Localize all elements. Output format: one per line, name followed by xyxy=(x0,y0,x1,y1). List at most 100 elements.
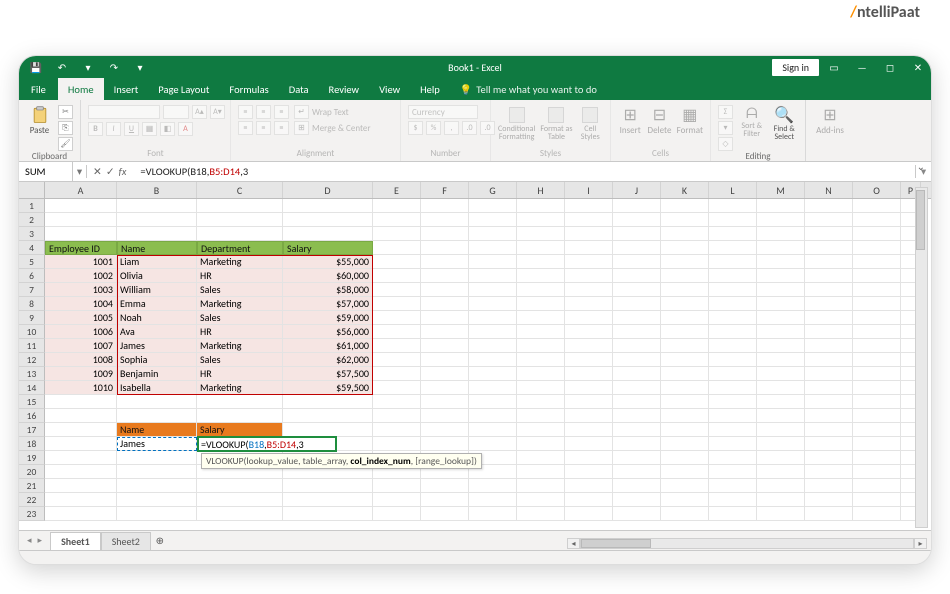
sheet-tab-sheet1[interactable]: Sheet1 xyxy=(50,532,101,550)
cell[interactable] xyxy=(661,451,709,465)
currency-icon[interactable]: $ xyxy=(408,121,423,135)
hscroll-right-icon[interactable]: ▸ xyxy=(914,538,927,549)
row-header-6[interactable]: 6 xyxy=(19,269,45,283)
hscroll-thumb[interactable] xyxy=(581,539,651,548)
cell[interactable] xyxy=(805,325,853,339)
row-header-23[interactable]: 23 xyxy=(19,507,45,521)
cell[interactable] xyxy=(565,227,613,241)
cell[interactable] xyxy=(709,493,757,507)
cell[interactable] xyxy=(469,255,517,269)
align-top-icon[interactable]: ≡ xyxy=(238,105,253,119)
cell[interactable] xyxy=(197,409,283,423)
cell[interactable] xyxy=(517,283,565,297)
cell[interactable]: Department xyxy=(197,241,283,255)
cell[interactable] xyxy=(661,395,709,409)
cell[interactable] xyxy=(613,325,661,339)
cell[interactable] xyxy=(421,227,469,241)
vertical-scrollbar[interactable] xyxy=(915,187,928,528)
cell[interactable] xyxy=(421,325,469,339)
cell[interactable] xyxy=(469,493,517,507)
row-header-9[interactable]: 9 xyxy=(19,311,45,325)
cell[interactable] xyxy=(421,395,469,409)
cell[interactable] xyxy=(757,367,805,381)
cell[interactable] xyxy=(517,451,565,465)
cell[interactable] xyxy=(853,423,901,437)
cell[interactable] xyxy=(709,311,757,325)
minimize-icon[interactable]: — xyxy=(849,56,875,78)
cell[interactable] xyxy=(613,227,661,241)
cell[interactable] xyxy=(517,311,565,325)
cell[interactable] xyxy=(565,339,613,353)
cell[interactable] xyxy=(517,395,565,409)
cell[interactable] xyxy=(805,479,853,493)
cell[interactable] xyxy=(613,451,661,465)
cell[interactable]: Employee ID xyxy=(45,241,117,255)
col-header-H[interactable]: H xyxy=(517,182,565,198)
cell[interactable] xyxy=(469,423,517,437)
tab-view[interactable]: View xyxy=(369,78,410,100)
cell[interactable] xyxy=(373,339,421,353)
format-cells-button[interactable]: ▦Format xyxy=(677,105,703,136)
cell[interactable] xyxy=(709,465,757,479)
cell[interactable] xyxy=(117,493,197,507)
cell[interactable] xyxy=(757,283,805,297)
increase-decimal-icon[interactable]: .0 xyxy=(462,121,477,135)
col-header-N[interactable]: N xyxy=(805,182,853,198)
cell[interactable] xyxy=(469,339,517,353)
cell[interactable] xyxy=(373,241,421,255)
cell[interactable] xyxy=(283,409,373,423)
row-header-7[interactable]: 7 xyxy=(19,283,45,297)
cell[interactable] xyxy=(613,367,661,381)
cell[interactable] xyxy=(517,325,565,339)
tab-formulas[interactable]: Formulas xyxy=(219,78,278,100)
row-header-2[interactable]: 2 xyxy=(19,213,45,227)
cell[interactable] xyxy=(421,367,469,381)
cell[interactable] xyxy=(421,423,469,437)
cell[interactable] xyxy=(197,213,283,227)
cell[interactable] xyxy=(197,493,283,507)
cell[interactable] xyxy=(709,423,757,437)
cell[interactable] xyxy=(373,353,421,367)
formula-input[interactable]: =VLOOKUP(B18,B5:D14,3 xyxy=(136,165,915,178)
number-format-select[interactable] xyxy=(408,105,478,119)
cell[interactable] xyxy=(283,493,373,507)
cell[interactable] xyxy=(117,507,197,521)
bold-button[interactable]: B xyxy=(88,122,103,136)
cell[interactable] xyxy=(661,311,709,325)
sign-in-button[interactable]: Sign in xyxy=(772,59,819,76)
cut-icon[interactable]: ✂ xyxy=(58,105,73,119)
cell[interactable] xyxy=(45,227,117,241)
cell[interactable] xyxy=(757,241,805,255)
column-headers[interactable]: A B C D E F G H I J K L M N O P xyxy=(19,182,931,199)
cell[interactable] xyxy=(757,395,805,409)
cell[interactable] xyxy=(517,507,565,521)
cell[interactable] xyxy=(565,465,613,479)
cell[interactable] xyxy=(853,409,901,423)
col-header-A[interactable]: A xyxy=(45,182,117,198)
cell[interactable] xyxy=(517,339,565,353)
cell[interactable] xyxy=(565,395,613,409)
sheet-nav-prev-icon[interactable]: ◂ xyxy=(27,535,32,546)
addins-button[interactable]: ⊞Add-ins xyxy=(813,105,847,136)
cell[interactable] xyxy=(421,311,469,325)
cell[interactable]: 1001 xyxy=(45,255,117,269)
cell[interactable] xyxy=(117,227,197,241)
cell[interactable] xyxy=(853,437,901,451)
cell[interactable] xyxy=(805,507,853,521)
cell[interactable] xyxy=(373,199,421,213)
cell[interactable] xyxy=(565,255,613,269)
cell[interactable] xyxy=(373,409,421,423)
col-header-C[interactable]: C xyxy=(197,182,283,198)
cell[interactable] xyxy=(45,493,117,507)
cell[interactable] xyxy=(421,381,469,395)
cell[interactable]: 1008 xyxy=(45,353,117,367)
cell[interactable] xyxy=(805,493,853,507)
cell[interactable] xyxy=(421,339,469,353)
cell[interactable] xyxy=(661,213,709,227)
cell[interactable] xyxy=(613,381,661,395)
italic-button[interactable]: I xyxy=(106,122,121,136)
worksheet[interactable]: A B C D E F G H I J K L M N O P 12345678… xyxy=(19,182,931,544)
row-header-8[interactable]: 8 xyxy=(19,297,45,311)
cell[interactable] xyxy=(469,437,517,451)
cell[interactable] xyxy=(197,395,283,409)
